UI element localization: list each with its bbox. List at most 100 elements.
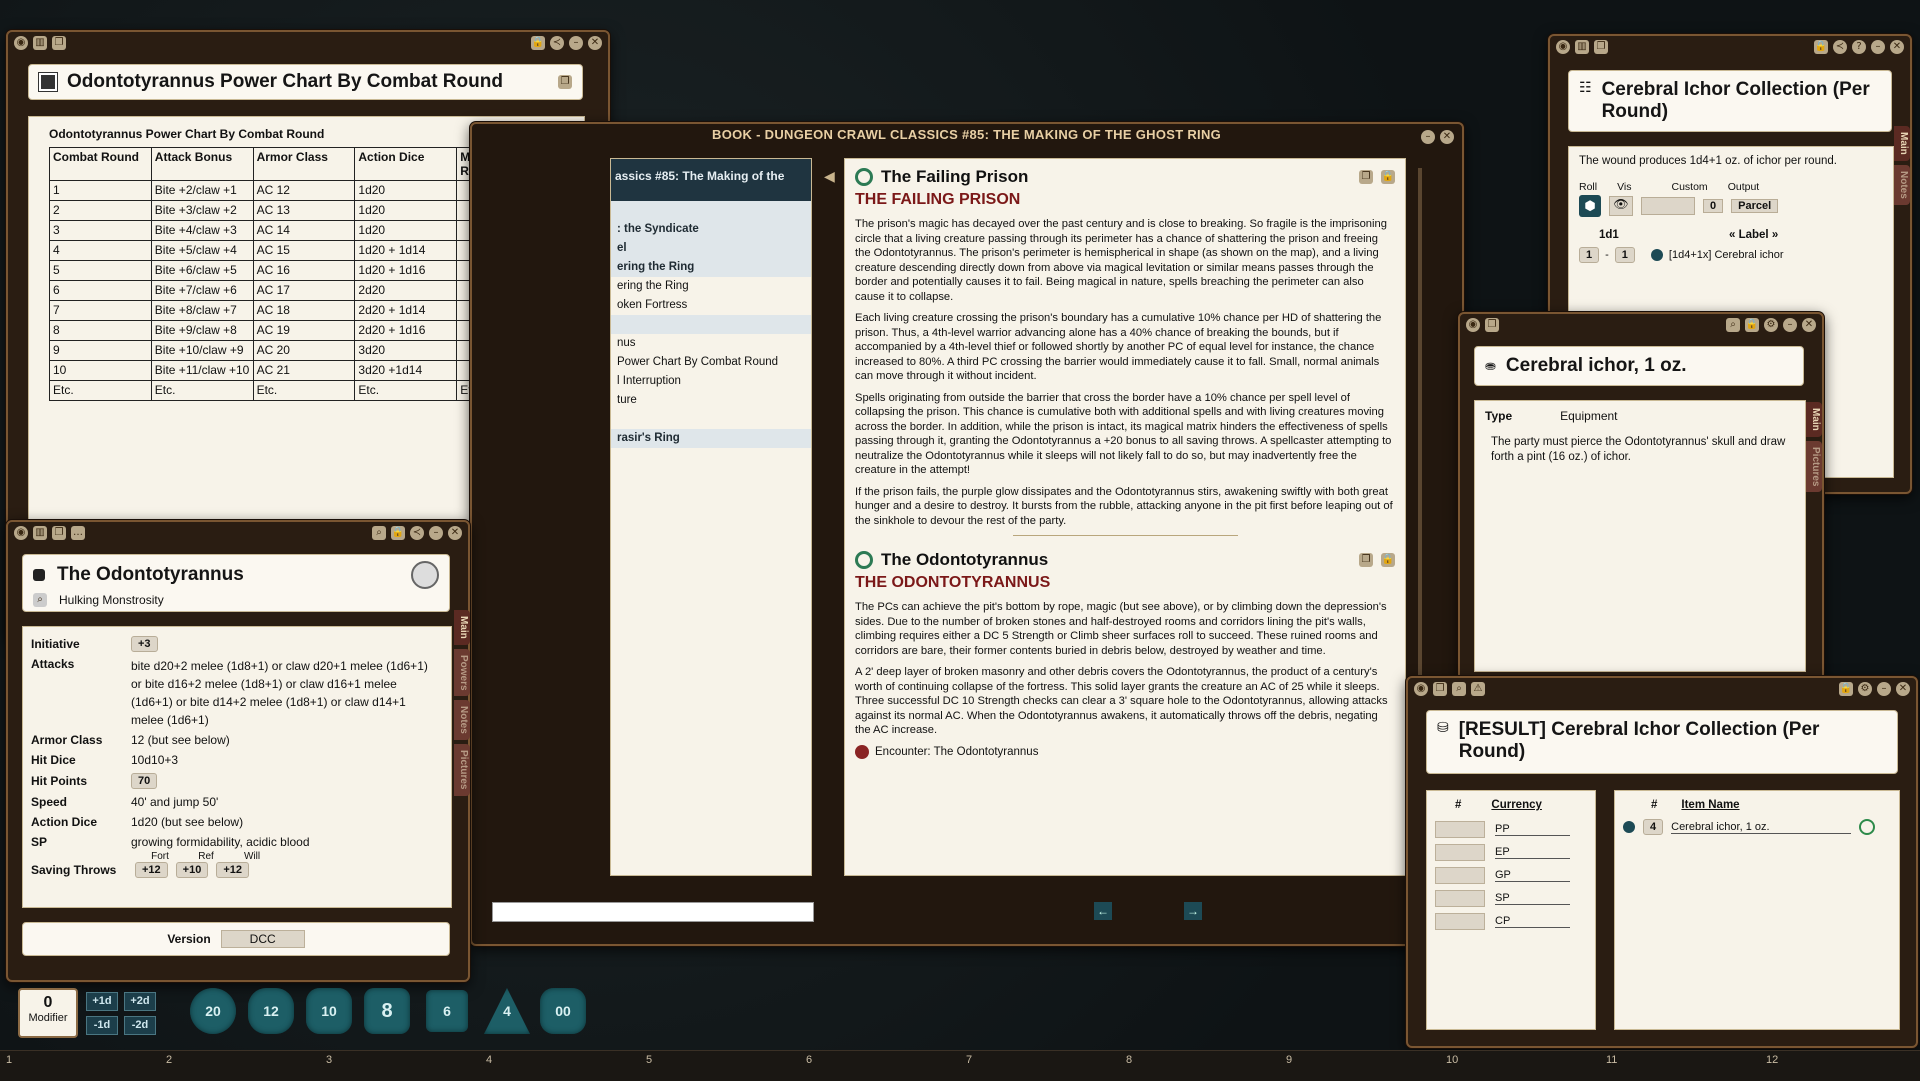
toc-item[interactable]: rasir's Ring	[611, 429, 811, 448]
encounter-link[interactable]: Encounter: The Odontotyrannus	[855, 744, 1395, 759]
minimize-icon[interactable]: –	[429, 526, 443, 540]
close-icon[interactable]: ✕	[1802, 318, 1816, 332]
window-menu-icon[interactable]: ◉	[1556, 40, 1570, 54]
range-from[interactable]: 1	[1579, 247, 1600, 263]
hotkey-slot[interactable]: 2	[166, 1054, 172, 1066]
lock-icon[interactable]: 🔒	[1381, 170, 1395, 184]
d12-die[interactable]: 12	[248, 988, 294, 1034]
item-count[interactable]: 4	[1643, 819, 1664, 835]
tab-notes[interactable]: Notes	[1894, 164, 1910, 205]
toc-item[interactable]: el	[611, 239, 811, 258]
custom-value[interactable]: 0	[1703, 199, 1724, 213]
toc-item[interactable]: : the Syndicate	[611, 220, 811, 239]
share-icon[interactable]: ≺	[1833, 40, 1847, 54]
dice-expression[interactable]: 1d1	[1599, 229, 1619, 241]
hotkey-slot[interactable]: 11	[1606, 1054, 1617, 1066]
hotkey-slot[interactable]: 5	[646, 1054, 652, 1066]
item-type-value[interactable]: Equipment	[1560, 409, 1617, 423]
tab-main[interactable]: Main	[1894, 126, 1910, 161]
share-icon[interactable]: ≺	[550, 36, 564, 50]
hotkey-slot[interactable]: 12	[1766, 1054, 1778, 1066]
lock-icon[interactable]: 🔒	[531, 36, 545, 50]
currency-amount[interactable]	[1435, 890, 1485, 907]
window-copy-icon[interactable]: ❐	[1594, 40, 1608, 54]
plus-2d-button[interactable]: +2d	[124, 992, 156, 1011]
window-share-icon[interactable]: ▥	[1575, 40, 1589, 54]
plus-1d-button[interactable]: +1d	[86, 992, 118, 1011]
chat-icon[interactable]: …	[71, 526, 85, 540]
tab-powers[interactable]: Powers	[454, 648, 470, 697]
hotkey-slot[interactable]: 7	[966, 1054, 972, 1066]
window-copy-icon[interactable]: ❐	[52, 36, 66, 50]
hotkey-slot[interactable]: 4	[486, 1054, 492, 1066]
toc-item[interactable]	[611, 410, 811, 429]
custom-dice[interactable]	[1641, 197, 1695, 215]
search-input[interactable]	[492, 902, 814, 922]
hotkey-slot[interactable]: 9	[1286, 1054, 1292, 1066]
minimize-icon[interactable]: –	[569, 36, 583, 50]
search-icon[interactable]: ⌕	[372, 526, 386, 540]
copy-link-icon[interactable]: ❐	[1359, 170, 1373, 184]
lock-icon[interactable]: 🔒	[391, 526, 405, 540]
hotkey-slot[interactable]: 6	[806, 1054, 812, 1066]
help-icon[interactable]: ?	[1852, 40, 1866, 54]
roll-button[interactable]: ⬢	[1579, 195, 1601, 217]
toc-item[interactable]: l Interruption	[611, 372, 811, 391]
lock-icon[interactable]: 🔒	[1381, 553, 1395, 567]
settings-icon[interactable]: ⚙	[1858, 682, 1872, 696]
close-icon[interactable]: ✕	[588, 36, 602, 50]
currency-amount[interactable]	[1435, 844, 1485, 861]
copy-link-icon[interactable]: ❐	[1359, 553, 1373, 567]
item-link-icon[interactable]	[1623, 821, 1635, 833]
window-menu-icon[interactable]: ◉	[1466, 318, 1480, 332]
window-copy-icon[interactable]: ❐	[1433, 682, 1447, 696]
window-share-icon[interactable]: ▥	[33, 36, 47, 50]
prev-page-button[interactable]: ←	[1094, 902, 1112, 920]
toc-collapse-arrow[interactable]: ◀	[824, 168, 835, 185]
d8-die[interactable]: 8	[364, 988, 410, 1034]
initiative-value[interactable]: +3	[131, 636, 158, 652]
d6-die[interactable]: 6	[426, 990, 468, 1032]
hp-value[interactable]: 70	[131, 773, 158, 789]
output-value[interactable]: Parcel	[1731, 199, 1779, 213]
tab-main[interactable]: Main	[454, 610, 470, 645]
ref-value[interactable]: +10	[175, 862, 209, 878]
window-share-icon[interactable]: ▥	[33, 526, 47, 540]
toc-item[interactable]: Power Chart By Combat Round	[611, 353, 811, 372]
speed-value[interactable]: 40' and jump 50'	[131, 795, 218, 809]
attacks-value[interactable]: bite d20+2 melee (1d8+1) or claw d20+1 m…	[131, 657, 441, 729]
window-menu-icon[interactable]: ◉	[14, 36, 28, 50]
ac-value[interactable]: 12 (but see below)	[131, 733, 230, 747]
hotkey-slot[interactable]: 10	[1446, 1054, 1458, 1066]
minimize-icon[interactable]: –	[1421, 130, 1435, 144]
toc-item[interactable]: ture	[611, 391, 811, 410]
d20-die[interactable]: 20	[190, 988, 236, 1034]
identify-icon[interactable]: ⌕	[33, 593, 47, 607]
sp-value[interactable]: growing formidability, acidic blood	[131, 835, 310, 849]
search-icon[interactable]: ⌕	[1726, 318, 1740, 332]
window-menu-icon[interactable]: ◉	[1414, 682, 1428, 696]
version-value[interactable]: DCC	[220, 930, 305, 948]
toc-item[interactable]	[611, 201, 811, 220]
toc-item[interactable]: nus	[611, 334, 811, 353]
close-icon[interactable]: ✕	[1896, 682, 1910, 696]
tab-main[interactable]: Main	[1806, 402, 1822, 437]
hd-value[interactable]: 10d10+3	[131, 753, 178, 767]
lock-icon[interactable]: 🔒	[1814, 40, 1828, 54]
tab-notes[interactable]: Notes	[454, 700, 470, 741]
lock-icon[interactable]: 🔒	[1839, 682, 1853, 696]
minimize-icon[interactable]: –	[1877, 682, 1891, 696]
settings-icon[interactable]: ⚙	[1764, 318, 1778, 332]
toc-item[interactable]: ering the Ring	[611, 277, 811, 296]
hotkey-slot[interactable]: 3	[326, 1054, 332, 1066]
minus-1d-button[interactable]: -1d	[86, 1016, 118, 1035]
share-icon[interactable]: ≺	[410, 526, 424, 540]
toc-item[interactable]	[611, 315, 811, 334]
minimize-icon[interactable]: –	[1871, 40, 1885, 54]
lock-icon[interactable]: 🔒	[1745, 318, 1759, 332]
search-icon[interactable]: ⌕	[1452, 682, 1466, 696]
toc-item[interactable]: oken Fortress	[611, 296, 811, 315]
identified-icon[interactable]	[1859, 819, 1876, 835]
copy-link-icon[interactable]: ❐	[558, 75, 572, 89]
window-menu-icon[interactable]: ◉	[14, 526, 28, 540]
